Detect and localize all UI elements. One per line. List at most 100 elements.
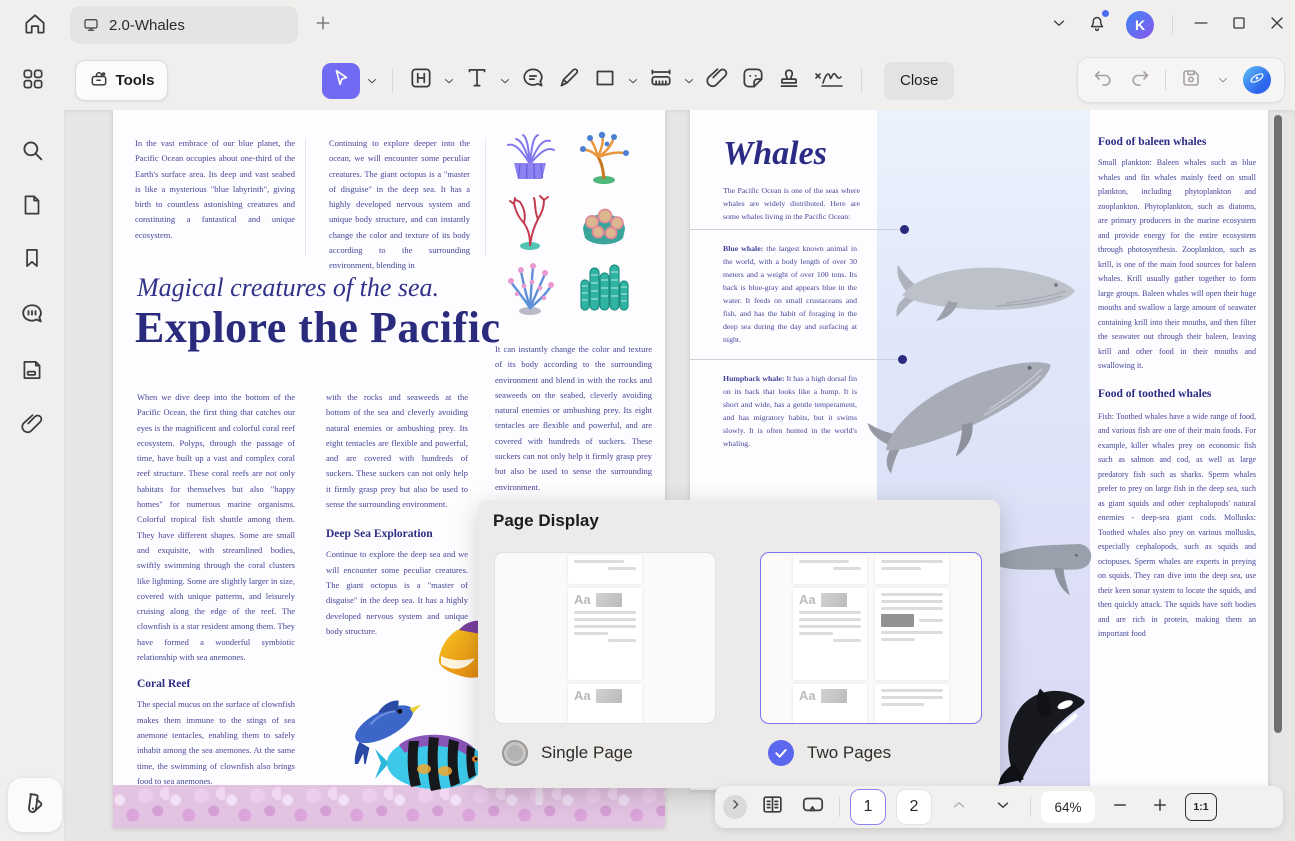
thumb-aa-text: Aa xyxy=(799,593,816,607)
home-button[interactable] xyxy=(18,10,52,42)
heading-tool-dropdown[interactable] xyxy=(441,65,457,97)
blue-whale-image xyxy=(886,248,1086,334)
sticker-tool-button[interactable] xyxy=(737,65,769,97)
undo-button[interactable] xyxy=(1091,66,1115,95)
single-page-option[interactable]: Single Page xyxy=(502,740,633,766)
titlebar-divider xyxy=(1172,15,1173,35)
text-tool-button[interactable] xyxy=(461,65,493,97)
text-icon xyxy=(464,65,490,96)
apps-grid-icon xyxy=(20,66,46,97)
file-icon xyxy=(19,192,45,223)
heading-tool-button[interactable] xyxy=(405,65,437,97)
select-tool-button[interactable] xyxy=(322,63,360,99)
page1-title: Explore the Pacific xyxy=(135,302,501,353)
baleen-heading: Food of baleen whales xyxy=(1098,136,1256,148)
bookmark-icon xyxy=(19,245,45,276)
blue-whale-label: Blue whale: xyxy=(723,244,763,253)
text-tool-dropdown[interactable] xyxy=(497,65,513,97)
new-tab-button[interactable] xyxy=(310,12,336,38)
maximize-button[interactable] xyxy=(1229,13,1249,38)
orca-image xyxy=(986,682,1094,790)
stamp-tool-button[interactable] xyxy=(773,65,805,97)
ai-assistant-button[interactable] xyxy=(1243,66,1271,94)
single-page-radio[interactable] xyxy=(502,740,528,766)
signature-icon xyxy=(812,65,846,96)
toolbar: Tools xyxy=(0,50,1295,110)
thumb-aa-text: Aa xyxy=(799,689,816,703)
vertical-scrollbar[interactable] xyxy=(1274,115,1282,733)
zoom-out-button[interactable] xyxy=(1105,796,1135,819)
two-pages-check-icon[interactable] xyxy=(768,740,794,766)
measure-icon xyxy=(648,65,674,96)
heading-icon xyxy=(408,65,434,96)
deep-sea-heading: Deep Sea Exploration xyxy=(326,528,468,540)
comment-icon xyxy=(520,65,546,96)
single-page-preview-card[interactable]: Aa Aa xyxy=(494,552,716,724)
search-panel-button[interactable] xyxy=(16,136,48,168)
shape-icon xyxy=(592,65,618,96)
toolbar-divider xyxy=(861,69,862,93)
tab-title: 2.0-Whales xyxy=(109,17,185,34)
two-page-view-icon xyxy=(760,792,785,822)
page-2-button[interactable]: 2 xyxy=(896,789,932,825)
bar-divider xyxy=(839,797,840,817)
expand-bar-button[interactable] xyxy=(723,795,747,819)
two-page-view-button[interactable] xyxy=(757,792,787,822)
avatar[interactable]: K xyxy=(1126,11,1154,39)
zoom-level-field[interactable]: 64% xyxy=(1041,791,1095,823)
sticker-icon xyxy=(740,65,766,96)
minus-icon xyxy=(1111,796,1129,819)
measure-tool-button[interactable] xyxy=(645,65,677,97)
column-divider xyxy=(305,138,306,256)
previous-page-button[interactable] xyxy=(942,796,976,819)
attachments-panel-button[interactable] xyxy=(16,410,48,442)
notifications-button[interactable] xyxy=(1086,12,1108,39)
two-pages-option[interactable]: Two Pages xyxy=(768,740,891,766)
select-tool-dropdown[interactable] xyxy=(364,65,380,97)
bookmarks-panel-button[interactable] xyxy=(16,244,48,276)
column-divider xyxy=(485,138,486,256)
zoom-in-button[interactable] xyxy=(1145,796,1175,819)
minimize-button[interactable] xyxy=(1191,13,1211,38)
save-button[interactable] xyxy=(1179,66,1203,95)
save-icon xyxy=(1179,66,1203,95)
undo-icon xyxy=(1091,66,1115,95)
connector-dot xyxy=(900,225,909,234)
comment-tool-button[interactable] xyxy=(517,65,549,97)
document-tab[interactable]: 2.0-Whales xyxy=(70,6,298,44)
close-tools-button[interactable]: Close xyxy=(884,62,954,100)
actual-size-button[interactable]: 1:1 xyxy=(1185,793,1217,821)
two-pages-thumbnail-left: Aa Aa xyxy=(793,555,867,723)
apps-launcher-button[interactable] xyxy=(20,66,46,97)
redo-button[interactable] xyxy=(1128,66,1152,95)
shape-tool-button[interactable] xyxy=(589,65,621,97)
cluster-divider xyxy=(1165,70,1166,90)
striped-fish-image xyxy=(371,725,491,797)
page-1-button[interactable]: 1 xyxy=(850,789,886,825)
thumb-dense-block xyxy=(881,614,914,627)
attachment-tool-button[interactable] xyxy=(701,65,733,97)
pages-panel-button[interactable] xyxy=(16,191,48,223)
ai-assistant-icon xyxy=(1247,68,1267,93)
signature-tool-button[interactable] xyxy=(809,65,849,97)
teal-tube-coral-image xyxy=(573,256,635,316)
annotations-panel-button[interactable] xyxy=(16,300,48,332)
presentation-mode-button[interactable] xyxy=(797,792,829,823)
annotation-icon xyxy=(18,300,46,333)
monitor-icon xyxy=(82,16,100,34)
humpback-whale-text: It has a high dorsal fin on its back tha… xyxy=(723,374,857,448)
tools-button[interactable]: Tools xyxy=(75,60,168,101)
tab-list-button[interactable] xyxy=(1050,14,1068,37)
next-page-button[interactable] xyxy=(986,796,1020,819)
close-window-button[interactable] xyxy=(1267,13,1287,38)
save-dropdown[interactable] xyxy=(1216,73,1230,87)
shape-tool-dropdown[interactable] xyxy=(625,65,641,97)
title-bar: 2.0-Whales K xyxy=(0,0,1295,50)
theme-palette-button[interactable] xyxy=(8,778,62,832)
page1-column-1: When we dive deep into the bottom of the… xyxy=(137,390,295,789)
thumbnails-panel-button[interactable] xyxy=(16,356,48,388)
two-pages-preview-card[interactable]: Aa Aa xyxy=(760,552,982,724)
highlighter-tool-button[interactable] xyxy=(553,65,585,97)
measure-tool-dropdown[interactable] xyxy=(681,65,697,97)
connector-line xyxy=(690,359,901,360)
